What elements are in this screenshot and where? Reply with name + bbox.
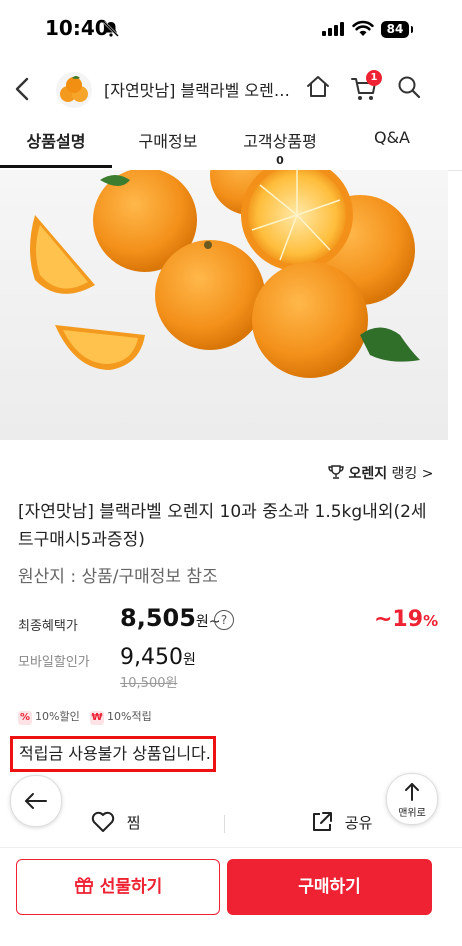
points-notice: 적립금 사용불가 상품입니다. [10, 736, 216, 772]
points-badge: ₩10%적립 [90, 708, 152, 725]
gift-button[interactable]: 선물하기 [16, 859, 220, 915]
search-icon[interactable] [396, 74, 422, 100]
tab-qna[interactable]: Q&A [336, 118, 448, 168]
product-tabs: 상품설명 구매정보 고객상품평 0 Q&A [0, 118, 462, 171]
battery-indicator: 84 [381, 21, 413, 38]
scroll-top-button[interactable]: 맨위로 [386, 773, 438, 825]
floating-back-button[interactable] [10, 775, 62, 827]
final-price: 8,505원~ [120, 604, 221, 632]
arrow-up-icon [405, 783, 419, 801]
mobile-price: 9,450원 [120, 645, 196, 670]
trophy-icon [328, 465, 344, 479]
header-title: [자연맛남] 블랙라벨 오렌… [104, 81, 290, 100]
home-icon[interactable] [304, 73, 332, 101]
original-price: 10,500원 [120, 676, 178, 691]
mobile-price-value: 9,450 [120, 645, 183, 670]
wifi-icon [352, 20, 374, 36]
mute-bell-icon [103, 21, 119, 37]
orange-thumbnail-image [60, 76, 88, 102]
discount-rate: ~19% [374, 607, 438, 632]
tab-purchase-info[interactable]: 구매정보 [112, 118, 224, 168]
back-icon[interactable] [10, 74, 36, 104]
badge-label: 10%적립 [107, 710, 152, 723]
status-bar: 10:40 84 [0, 0, 462, 58]
discount-badge: % 10%할인 [18, 708, 80, 725]
signal-icon [322, 22, 344, 36]
tab-label: Q&A [373, 128, 410, 147]
orange-product-illustration [30, 170, 420, 378]
share-label: 공유 [344, 814, 373, 832]
won-icon: ₩ [90, 711, 104, 725]
tab-label: 고객상품평 [243, 132, 317, 151]
product-thumbnail [56, 72, 92, 108]
mobile-price-unit: 원 [182, 652, 196, 668]
review-count: 0 [276, 154, 284, 167]
tab-product-description[interactable]: 상품설명 [0, 118, 112, 168]
wishlist-button[interactable]: 찜 [90, 810, 141, 838]
help-icon[interactable]: ? [214, 610, 234, 630]
mobile-price-label: 모바일할인가 [18, 655, 90, 670]
divider [0, 847, 462, 848]
tab-label: 구매정보 [138, 132, 198, 151]
badge-label: 10%할인 [35, 710, 80, 723]
heart-icon [91, 811, 115, 832]
app-header: [자연맛남] 블랙라벨 오렌… 1 [0, 58, 462, 118]
tab-reviews[interactable]: 고객상품평 0 [224, 118, 336, 168]
wishlist-label: 찜 [126, 814, 141, 832]
buy-button[interactable]: 구매하기 [227, 859, 432, 915]
origin-text: 원산지 : 상품/구매정보 참조 [18, 567, 218, 587]
percent-icon: % [18, 711, 32, 725]
final-price-value: 8,505 [120, 604, 196, 632]
scroll-top-label: 맨위로 [398, 808, 426, 819]
status-time: 10:40 [45, 16, 109, 40]
share-button[interactable]: 공유 [310, 810, 372, 838]
product-image [0, 170, 448, 440]
gift-label: 선물하기 [99, 877, 163, 897]
category-ranking-link[interactable]: 오렌지 랭킹 > [328, 463, 434, 483]
share-icon [313, 812, 332, 831]
discount-value: ~19 [374, 607, 424, 632]
gift-icon [74, 877, 93, 894]
divider [224, 815, 225, 833]
discount-unit: % [423, 612, 439, 630]
ranking-category: 오렌지 [348, 466, 388, 482]
arrow-left-icon [25, 793, 47, 809]
product-title: [자연맛남] 블랙라벨 오렌지 10과 중소과 1.5kg내외(2세트구매시5과… [18, 502, 427, 550]
cart-count-badge: 1 [366, 70, 382, 86]
ranking-suffix: 랭킹 > [391, 466, 434, 482]
tab-label: 상품설명 [26, 132, 86, 151]
final-price-label: 최종혜택가 [18, 619, 78, 634]
